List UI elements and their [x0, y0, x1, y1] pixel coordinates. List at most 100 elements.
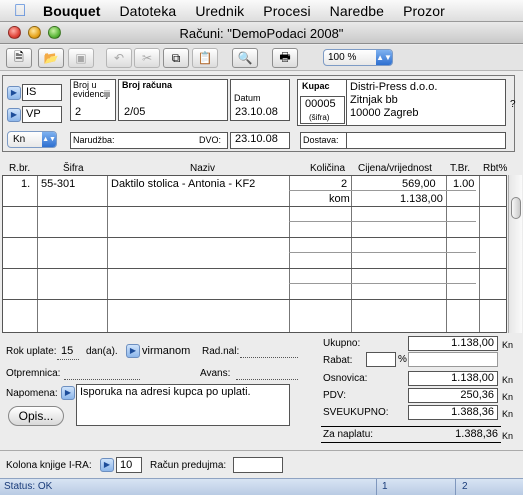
pdv-value: 250,36 [408, 388, 498, 403]
za-naplatu-currency: Kn [502, 431, 514, 441]
osnovica-label: Osnovica: [323, 373, 368, 384]
doc-type-1-arrow-icon[interactable]: ▶ [7, 86, 21, 100]
rok-uplate-underline [57, 359, 79, 360]
sveukupno-currency: Kn [502, 409, 514, 419]
zoom-value: 100 % [328, 52, 357, 63]
doc-type-2-field[interactable]: VP [22, 106, 62, 123]
doc-type-1-field[interactable]: IS [22, 84, 62, 101]
col-header-cijena: Cijena/vrijednost [358, 163, 432, 174]
racun-predujma-field[interactable] [233, 457, 283, 473]
row1-sifra[interactable]: 55-301 [41, 178, 75, 190]
grid-subrow-line [289, 190, 476, 191]
row1-vrijednost: 1.138,00 [400, 193, 443, 205]
kolona-field[interactable]: 10 [116, 457, 142, 473]
pdv-currency: Kn [502, 392, 514, 402]
kupac-code-sub: (šifra) [309, 113, 330, 122]
grid-col-line [37, 176, 38, 332]
row1-cijena[interactable]: 569,00 [402, 178, 436, 190]
open-folder-icon[interactable]: 📂 [38, 48, 64, 68]
ukupno-currency: Kn [502, 340, 514, 350]
ukupno-label: Ukupno: [323, 338, 361, 349]
doc-type-2-arrow-icon[interactable]: ▶ [7, 108, 21, 122]
undo-icon[interactable]: ↶ [106, 48, 132, 68]
menu-datoteka[interactable]: Datoteka [119, 3, 176, 19]
payment-method[interactable]: virmanom [142, 345, 190, 357]
menu-procesi[interactable]: Procesi [263, 3, 310, 19]
kupac-name: Distri-Press d.o.o. [350, 81, 438, 93]
preview-icon[interactable]: 🔍 [232, 48, 258, 68]
status-bar: Status: OK 1 2 [0, 478, 523, 495]
currency-value: Kn [13, 134, 26, 145]
narudzba-label: Narudžba: [73, 135, 115, 145]
row1-tbr[interactable]: 1.00 [453, 178, 474, 190]
col-header-rbt: Rbt% [483, 163, 508, 174]
rabat-field[interactable] [366, 352, 396, 367]
menu-app[interactable]: Bouquet [43, 3, 100, 19]
payment-method-arrow-icon[interactable]: ▶ [126, 344, 140, 358]
pdv-label: PDV: [323, 390, 346, 401]
kolona-label: Kolona knjige I-RA: [6, 460, 92, 471]
status-divider [455, 479, 456, 495]
items-table: 1. 55-301 Daktilo stolica - Antonia - KF… [2, 175, 507, 333]
datum-value[interactable]: 23.10.08 [235, 106, 278, 118]
kupac-divider [346, 79, 347, 126]
rok-uplate-value[interactable]: 15 [61, 345, 73, 357]
col-header-naziv: Naziv [190, 163, 216, 174]
menu-prozor[interactable]: Prozor [403, 3, 445, 19]
avans-field[interactable] [236, 379, 298, 380]
osnovica-currency: Kn [502, 375, 514, 385]
broj-evidencije-value[interactable]: 2 [75, 106, 81, 118]
cut-icon[interactable]: ✂ [134, 48, 160, 68]
save-icon[interactable]: ▣ [68, 48, 94, 68]
avans-label: Avans: [200, 368, 231, 379]
kupac-code[interactable]: 00005 [305, 98, 336, 110]
apple-icon[interactable]:  [11, 1, 29, 20]
help-icon[interactable]: ? [510, 99, 516, 110]
osnovica-value: 1.138,00 [408, 371, 498, 386]
status-seg-1: 1 [382, 481, 388, 492]
napomena-arrow-icon[interactable]: ▶ [61, 386, 75, 400]
row1-jm: kom [329, 193, 350, 205]
new-document-icon[interactable]: 🗎 [6, 48, 32, 68]
status-divider [376, 479, 377, 495]
row1-kolicina[interactable]: 2 [341, 178, 347, 190]
grid-row-line [3, 237, 506, 238]
chevron-down-icon: ▲▼ [42, 132, 56, 147]
chevron-down-icon: ▲▼ [376, 50, 392, 65]
grid-subrow-line [289, 252, 476, 253]
menu-naredbe[interactable]: Naredbe [330, 3, 384, 19]
otpremnica-field[interactable] [64, 379, 140, 380]
table-scrollbar[interactable] [508, 175, 522, 333]
status-text: Status: OK [4, 481, 53, 492]
grid-subrow-line [289, 283, 476, 284]
racun-predujma-label: Račun predujma: [150, 460, 227, 471]
dvo-label: DVO: [199, 135, 222, 145]
opis-button[interactable]: Opis... [8, 406, 64, 426]
menu-bar:  Bouquet Datoteka Urednik Procesi Nared… [0, 0, 523, 22]
rabat-value [408, 352, 498, 367]
rad-nal-field[interactable] [240, 357, 298, 358]
grid-col-line [479, 176, 480, 332]
kolona-arrow-icon[interactable]: ▶ [100, 458, 114, 472]
print-icon[interactable]: 🖶 [272, 48, 298, 68]
row1-naziv[interactable]: Daktilo stolica - Antonia - KF2 [111, 178, 255, 190]
broj-racuna-value[interactable]: 2/05 [124, 106, 145, 118]
status-seg-2: 2 [462, 481, 468, 492]
sveukupno-label: SVEUKUPNO: [323, 407, 389, 418]
grid-col-line [351, 176, 352, 332]
menu-urednik[interactable]: Urednik [195, 3, 244, 19]
row1-rbr: 1. [21, 178, 31, 190]
currency-select[interactable]: Kn ▲▼ [7, 131, 57, 148]
grid-col-line [446, 176, 447, 332]
col-header-sifra: Šifra [63, 163, 84, 174]
toolbar: 🗎 📂 ▣ ↶ ✂ ⧉ 📋 🔍 🖶 100 % ▲▼ [0, 45, 523, 71]
otpremnica-label: Otpremnica: [6, 368, 61, 379]
zoom-select[interactable]: 100 % ▲▼ [323, 49, 393, 66]
paste-icon[interactable]: 📋 [192, 48, 218, 68]
scrollbar-thumb[interactable] [511, 197, 521, 219]
kupac-label: Kupac [302, 81, 330, 91]
copy-icon[interactable]: ⧉ [163, 48, 189, 68]
grid-row-line [3, 268, 506, 269]
rok-uplate-label: Rok uplate: [6, 346, 57, 357]
title-bar[interactable]: Računi: "DemoPodaci 2008" [0, 22, 523, 44]
